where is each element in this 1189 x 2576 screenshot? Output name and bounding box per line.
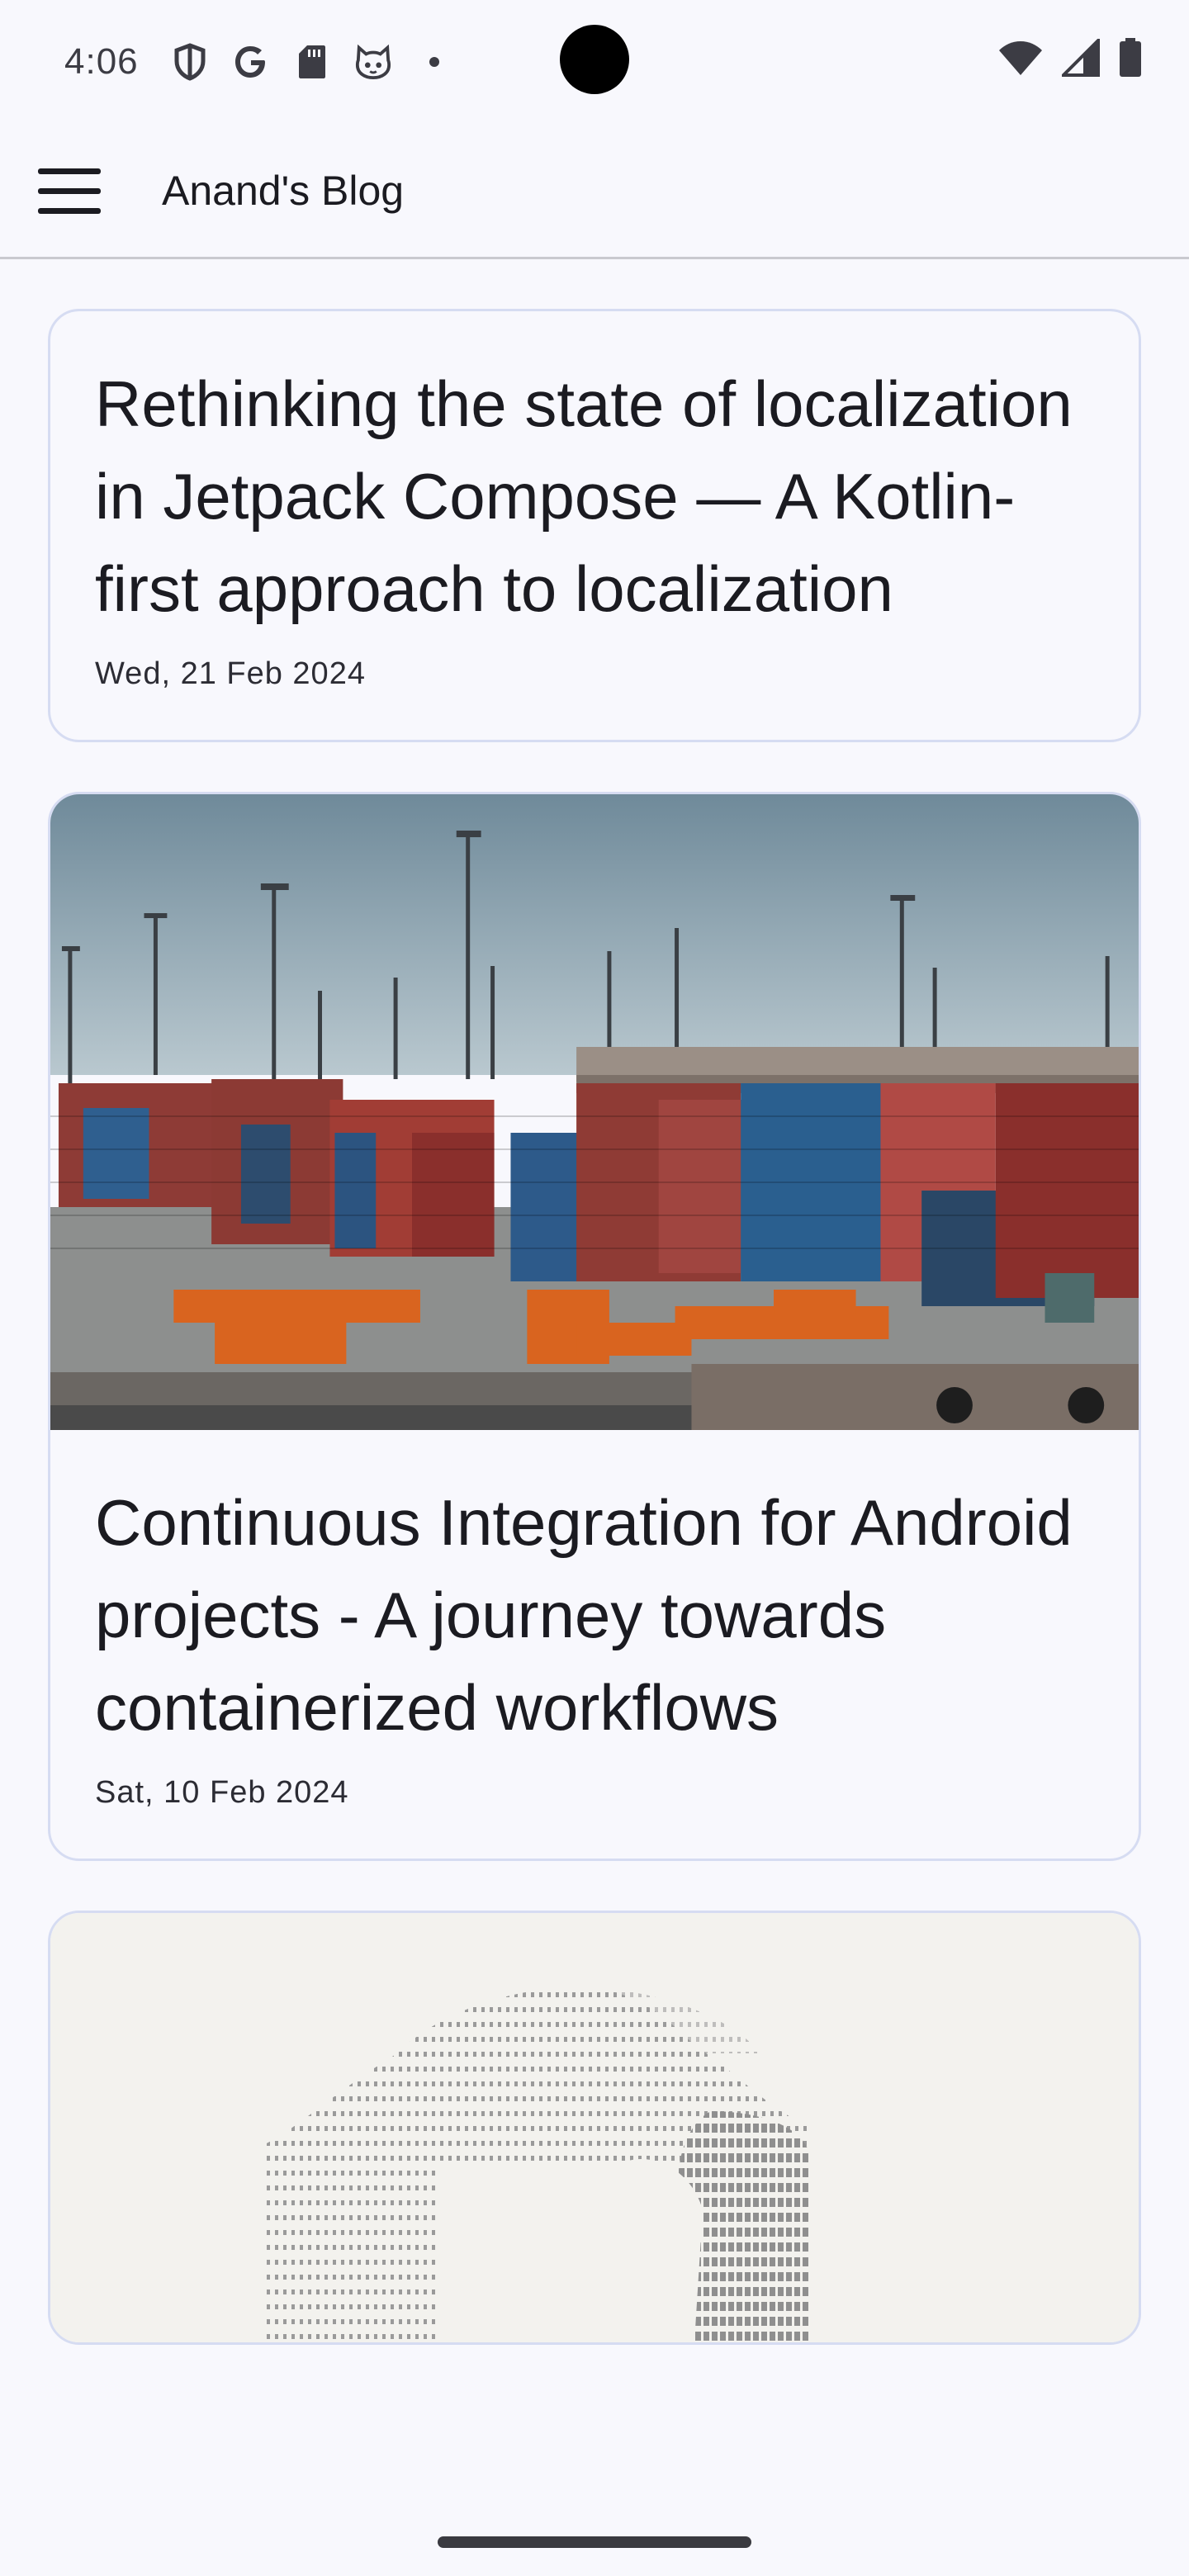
post-card[interactable]	[48, 1911, 1141, 2345]
app-title: Anand's Blog	[162, 167, 405, 214]
status-time: 4:06	[64, 41, 139, 82]
gesture-nav-bar	[0, 2505, 1189, 2576]
post-title: Continuous Integration for Android proje…	[95, 1486, 1073, 1744]
post-cover-image	[50, 1913, 1139, 2342]
hamburger-menu-icon	[38, 168, 101, 214]
cell-signal-icon	[1059, 36, 1100, 81]
post-title: Rethinking the state of localization in …	[95, 367, 1073, 625]
home-gesture-handle[interactable]	[438, 2536, 751, 2548]
cat-face-icon	[355, 44, 391, 80]
dot-icon	[416, 44, 452, 80]
post-date: Sat, 10 Feb 2024	[95, 1775, 349, 1810]
notification-icons	[172, 43, 452, 81]
post-card[interactable]: Continuous Integration for Android proje…	[48, 792, 1141, 1861]
wifi-icon	[997, 39, 1044, 81]
menu-button[interactable]	[20, 141, 119, 240]
status-bar: 4:06	[0, 0, 1189, 124]
battery-icon	[1118, 38, 1143, 82]
post-cover-image	[50, 794, 1139, 1430]
post-feed[interactable]: Rethinking the state of localization in …	[0, 259, 1189, 2505]
shield-icon	[172, 43, 208, 81]
post-date: Wed, 21 Feb 2024	[95, 656, 366, 691]
google-icon	[233, 44, 269, 80]
post-card[interactable]: Rethinking the state of localization in …	[48, 309, 1141, 742]
top-app-bar: Anand's Blog	[0, 124, 1189, 259]
camera-cutout	[560, 25, 629, 94]
sd-card-icon	[294, 44, 330, 80]
system-icons	[997, 36, 1143, 82]
ascii-art-logo	[265, 1987, 810, 2342]
